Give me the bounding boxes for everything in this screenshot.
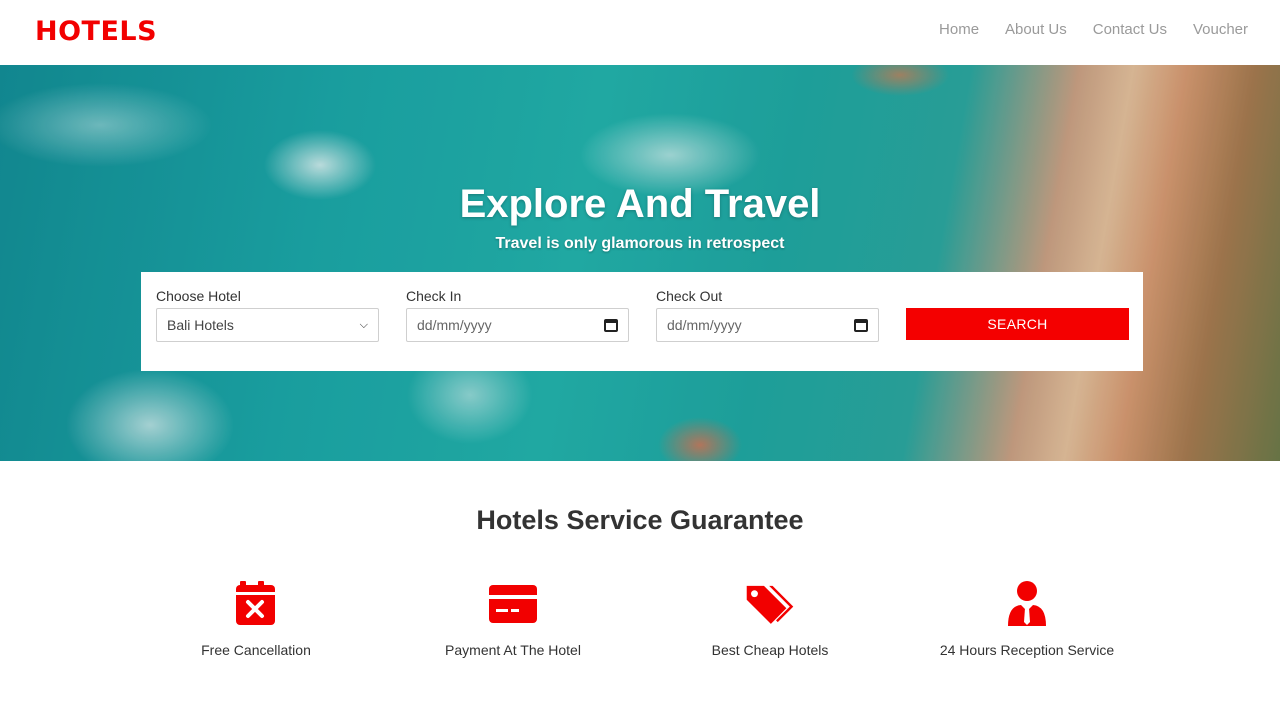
check-out-label: Check Out (656, 288, 723, 304)
service-label: Best Cheap Hotels (711, 642, 829, 658)
choose-hotel-label: Choose Hotel (156, 288, 241, 304)
nav-home-link[interactable]: Home (939, 21, 979, 38)
receptionist-icon (1008, 581, 1046, 626)
calendar-cancel-icon (236, 581, 275, 625)
check-in-label: Check In (406, 288, 462, 304)
calendar-icon[interactable] (604, 318, 618, 332)
check-out-date-input[interactable]: dd/mm/yyyy (656, 308, 879, 342)
search-button[interactable]: SEARCH (906, 308, 1129, 340)
service-item-reception: 24 Hours Reception Service (907, 580, 1147, 658)
nav-contact-link[interactable]: Contact Us (1093, 21, 1167, 38)
credit-card-icon (489, 585, 537, 623)
hero-banner (0, 65, 1280, 461)
nav-voucher-link[interactable]: Voucher (1193, 21, 1248, 38)
hero-title: Explore And Travel (459, 182, 821, 226)
price-tags-icon (746, 585, 794, 624)
service-item-free-cancellation: Free Cancellation (136, 580, 376, 658)
check-in-date-input[interactable]: dd/mm/yyyy (406, 308, 629, 342)
check-in-placeholder: dd/mm/yyyy (417, 317, 492, 333)
hotel-select-value: Bali Hotels (167, 317, 234, 333)
service-label: 24 Hours Reception Service (939, 642, 1115, 658)
check-out-placeholder: dd/mm/yyyy (667, 317, 742, 333)
hotel-select[interactable]: Bali Hotels ⌵ (156, 308, 379, 342)
hero-subtitle: Travel is only glamorous in retrospect (495, 235, 785, 252)
services-title: Hotels Service Guarantee (476, 505, 804, 535)
nav-about-link[interactable]: About Us (1005, 21, 1067, 38)
top-navbar: HOTELS Home About Us Contact Us Voucher (0, 0, 1280, 65)
search-panel: Choose Hotel Bali Hotels ⌵ Check In dd/m… (141, 272, 1143, 371)
brand-logo[interactable]: HOTELS (35, 16, 157, 47)
chevron-down-icon: ⌵ (359, 318, 368, 331)
main-nav: Home About Us Contact Us Voucher (939, 21, 1248, 38)
service-label: Free Cancellation (201, 642, 311, 658)
service-item-best-cheap: Best Cheap Hotels (650, 580, 890, 658)
calendar-icon[interactable] (854, 318, 868, 332)
service-label: Payment At The Hotel (445, 642, 581, 658)
service-item-payment: Payment At The Hotel (393, 580, 633, 658)
